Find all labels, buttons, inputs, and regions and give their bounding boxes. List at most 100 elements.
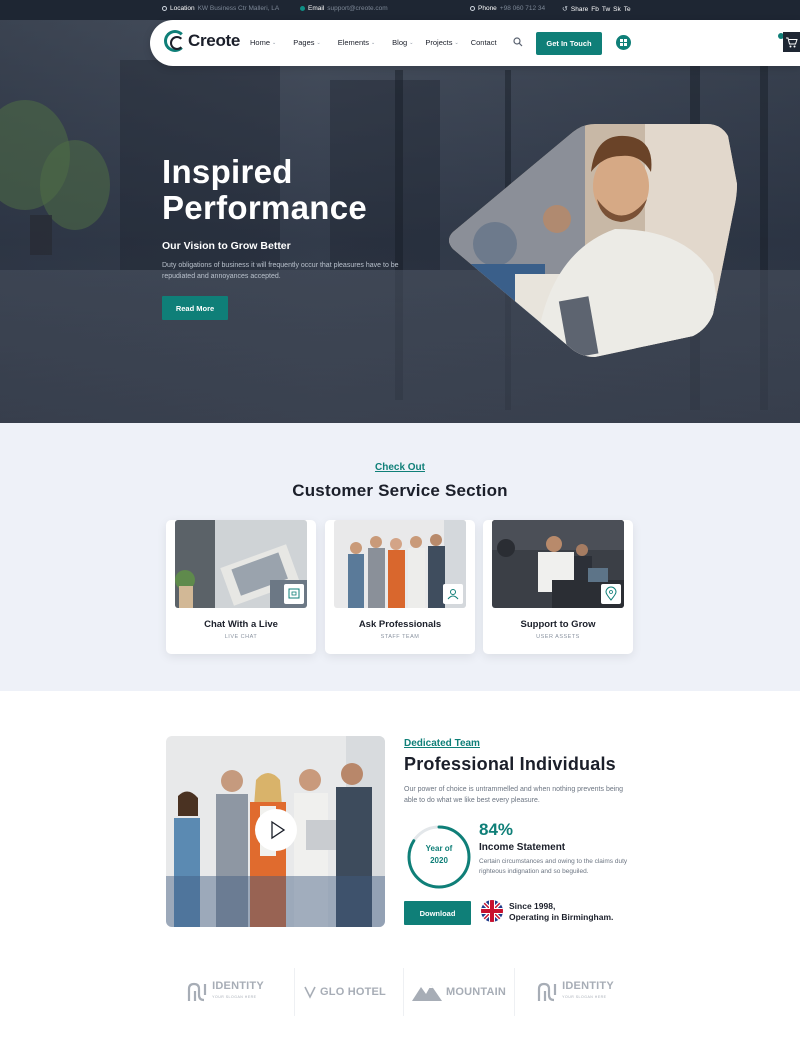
ring-label-line2: 2020 — [430, 856, 448, 865]
cart-icon[interactable] — [783, 32, 800, 52]
ring-label-line1: Year of — [425, 844, 453, 853]
brand-name: GLO HOTEL — [320, 986, 386, 998]
brand-tag: YOUR SLOGAN HERE — [562, 995, 607, 999]
service-card[interactable]: Ask Professionals STAFF TEAM — [325, 520, 475, 654]
brand-text: IDENTITY YOUR SLOGAN HERE — [212, 981, 264, 1003]
social-twitter[interactable]: Tw — [602, 6, 610, 13]
brand-name: MOUNTAIN — [445, 986, 507, 998]
top-bar: Location KW Business Ctr Malleri, LA Ema… — [0, 0, 800, 20]
service-card[interactable]: Support to Grow USER ASSETS — [483, 520, 633, 654]
service-card-subtitle: STAFF TEAM — [380, 634, 420, 640]
brand-tag: YOUR SLOGAN HERE — [212, 995, 257, 999]
download-button[interactable]: Download — [404, 901, 471, 925]
site-logo[interactable]: Creote — [164, 30, 240, 52]
nav-item-label: Home — [250, 38, 271, 47]
phone-icon — [470, 6, 475, 11]
social-skype[interactable]: Sk — [613, 6, 621, 13]
email-value[interactable]: support@creote.com — [327, 5, 387, 12]
uk-flag-icon — [481, 900, 503, 922]
service-card-subtitle: LIVE CHAT — [224, 634, 258, 640]
service-card-title: Support to Grow — [520, 619, 596, 630]
nav-item-label: Blog — [392, 38, 408, 47]
identity-logo-icon — [538, 982, 557, 1002]
income-title: Income Statement — [479, 842, 566, 853]
location-icon — [162, 6, 167, 11]
brand-text: IDENTITY YOUR SLOGAN HERE — [562, 981, 614, 1003]
nav-item-elements[interactable]: Elements ⌄ — [338, 38, 375, 47]
brand-logo-identity[interactable]: IDENTITY YOUR SLOGAN HERE — [170, 970, 280, 1014]
chevron-down-icon: ⌄ — [316, 39, 321, 46]
phone-label: Phone — [478, 5, 497, 12]
brand-logo-glo-hotel[interactable]: GLO HOTEL — [290, 970, 400, 1014]
chevron-down-icon: ⌄ — [272, 39, 277, 46]
hero-bg-bin — [30, 215, 52, 255]
phone-value[interactable]: +98 060 712 34 — [500, 5, 545, 12]
glo-hotel-logo-icon — [304, 986, 316, 999]
social-facebook[interactable]: Fb — [591, 6, 599, 13]
hero-title: Inspired Performance — [162, 154, 367, 226]
nav-item-label: Projects — [425, 38, 453, 47]
topbar-email: Email support@creote.com — [300, 5, 388, 12]
since-line2: Operating in Birmingham. — [509, 912, 614, 922]
since-line1: Since 1998, — [509, 901, 556, 911]
logo-text: Creote — [188, 31, 241, 50]
share-icon: ↺ — [562, 6, 568, 13]
grid-menu-icon[interactable] — [616, 35, 631, 50]
search-icon[interactable] — [513, 37, 523, 47]
services-section: Check Out Customer Service Section Chat … — [0, 423, 800, 691]
nav-item-label: Elements — [337, 38, 369, 47]
hero-title-line1: Inspired — [162, 153, 293, 190]
nav-item-label: Contact — [470, 38, 497, 47]
service-card[interactable]: Chat With a Live LIVE CHAT — [166, 520, 316, 654]
social-telegram[interactable]: Te — [624, 6, 631, 13]
about-description: Our power of choice is untrammelled and … — [404, 786, 624, 804]
ring-label: Year of 2020 — [406, 843, 472, 867]
nav-item-blog[interactable]: Blog ⌄ — [392, 38, 413, 47]
nav-item-contact[interactable]: Contact — [471, 38, 497, 47]
chevron-down-icon: ⌄ — [409, 39, 414, 46]
service-card-subtitle: USER ASSETS — [536, 634, 580, 640]
brand-divider — [514, 968, 515, 1016]
team-video-thumbnail[interactable] — [166, 736, 385, 927]
service-card-title: Chat With a Live — [204, 619, 278, 630]
read-more-button[interactable]: Read More — [162, 296, 228, 320]
topbar-location: Location KW Business Ctr Malleri, LA — [162, 5, 279, 12]
hero-subtitle: Our Vision to Grow Better — [162, 240, 291, 252]
service-card-title: Ask Professionals — [358, 619, 442, 630]
email-label: Email — [308, 5, 325, 12]
nav-item-home[interactable]: Home ⌄ — [250, 38, 276, 47]
hero-description: Duty obligations of business it will fre… — [162, 262, 399, 280]
services-title: Customer Service Section — [292, 481, 508, 500]
chevron-down-icon: ⌄ — [454, 39, 459, 46]
email-icon — [300, 6, 305, 11]
brand-logo-mountain[interactable]: MOUNTAIN — [404, 970, 514, 1014]
nav-item-projects[interactable]: Projects ⌄ — [425, 38, 458, 47]
hero-portrait-image — [449, 124, 737, 357]
nav-item-pages[interactable]: Pages ⌄ — [293, 38, 320, 47]
get-in-touch-button[interactable]: Get In Touch — [536, 32, 602, 55]
income-description: Certain circumstances and owing to the c… — [479, 858, 628, 875]
brand-name: IDENTITY — [212, 980, 264, 992]
logo-mark-icon — [164, 30, 186, 52]
location-pin-icon — [601, 584, 621, 604]
hero-title-line2: Performance — [162, 189, 368, 226]
identity-logo-icon — [188, 982, 207, 1002]
play-button[interactable] — [255, 809, 297, 851]
main-nav: Creote Home ⌄ Pages ⌄ Elements ⌄ Blog ⌄ Proj… — [150, 20, 800, 66]
location-label: Location — [170, 5, 195, 12]
about-eyebrow[interactable]: Dedicated Team — [404, 738, 480, 749]
brand-logo-identity[interactable]: IDENTITY YOUR SLOGAN HERE — [520, 970, 630, 1014]
share-label: Share — [570, 5, 589, 13]
chat-icon — [284, 584, 304, 604]
services-eyebrow[interactable]: Check Out — [0, 462, 800, 473]
about-title: Professional Individuals — [404, 754, 616, 774]
brand-name: IDENTITY — [562, 980, 614, 992]
nav-item-label: Pages — [293, 38, 315, 47]
chevron-down-icon: ⌄ — [370, 39, 376, 46]
topbar-share: ↺ Share Fb Tw Sk Te — [562, 5, 631, 14]
play-icon — [271, 820, 286, 840]
mountain-logo-icon — [411, 985, 442, 1001]
location-value: KW Business Ctr Malleri, LA — [197, 5, 280, 12]
since-text: Since 1998, Operating in Birmingham. — [509, 901, 613, 923]
topbar-phone: Phone +98 060 712 34 — [470, 5, 545, 12]
